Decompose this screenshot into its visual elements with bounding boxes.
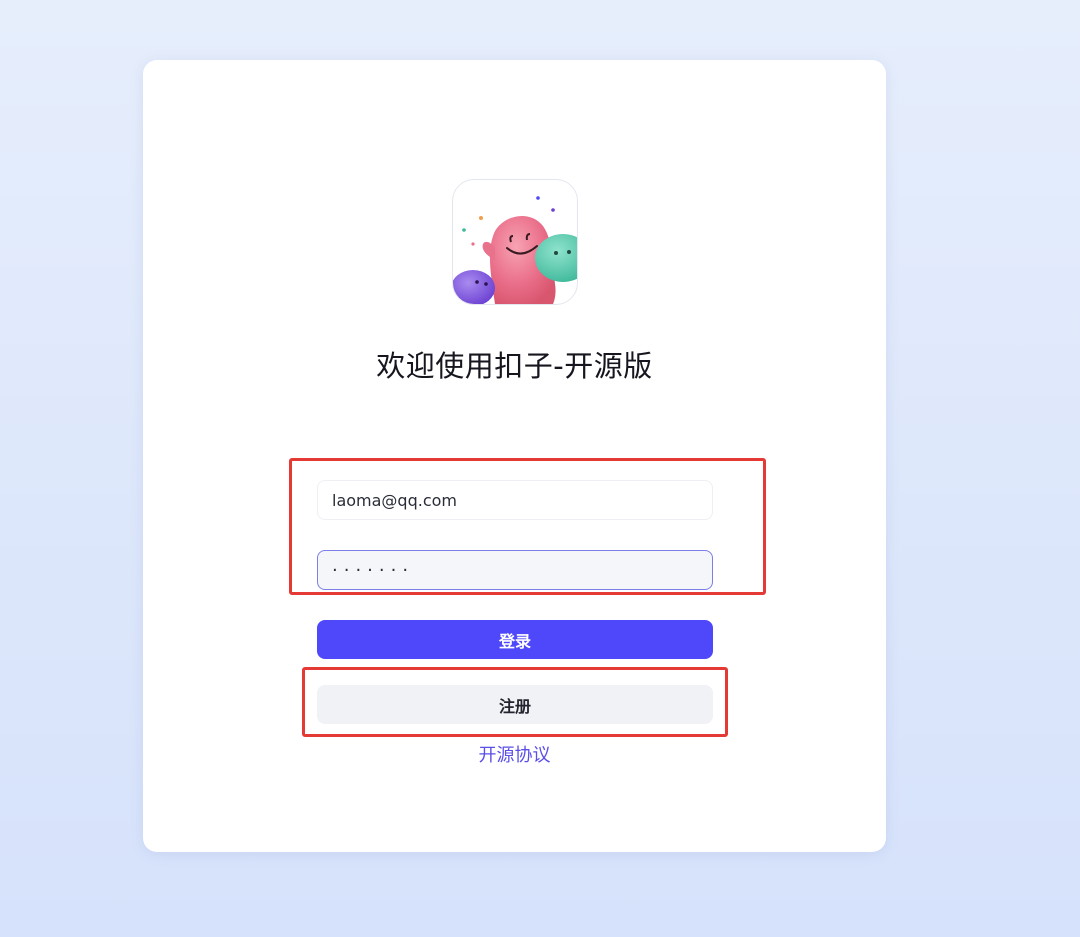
password-input[interactable] (317, 550, 713, 590)
register-button[interactable]: 注册 (317, 685, 713, 724)
login-button[interactable]: 登录 (317, 620, 713, 659)
login-card: 欢迎使用扣子-开源版 登录 注册 开源协议 (143, 60, 886, 852)
mascot-logo-icon (452, 179, 578, 305)
mascot-logo-svg (453, 196, 577, 304)
welcome-title: 欢迎使用扣子-开源版 (376, 349, 653, 383)
open-source-license-link[interactable]: 开源协议 (143, 741, 886, 767)
email-input[interactable] (317, 480, 713, 520)
